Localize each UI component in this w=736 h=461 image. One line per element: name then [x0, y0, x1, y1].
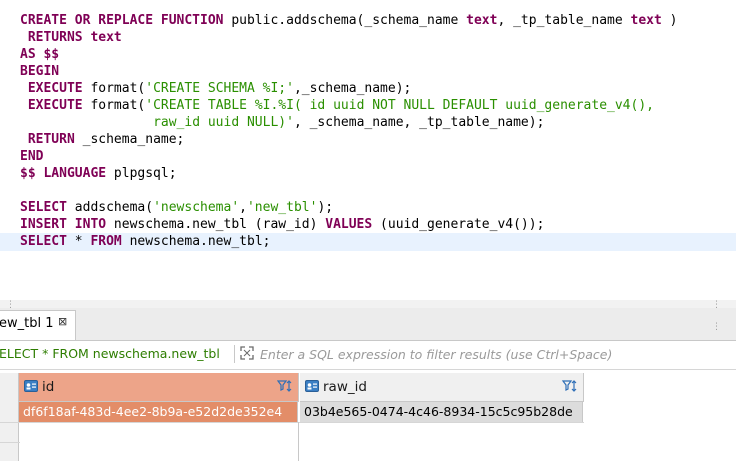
code-line-12: SELECT addschema('newschema','new_tbl'); — [20, 200, 334, 215]
code-line-6: EXECUTE format('CREATE TABLE %I.%I( id u… — [20, 98, 654, 113]
filter-input[interactable] — [260, 345, 730, 363]
panel-splitter[interactable] — [0, 300, 736, 308]
code-line-7: raw_id uuid NULL)', _schema_name, _tp_ta… — [153, 115, 545, 130]
close-tab-icon[interactable]: ⊠ — [58, 315, 67, 328]
key-column-icon — [24, 380, 38, 392]
table-cell-raw-id[interactable]: 03b4e565-0474-4c46-8934-15c5c95b28de — [300, 402, 583, 422]
code-line-8: RETURN _schema_name; — [20, 132, 185, 147]
code-line-4: BEGIN — [20, 64, 60, 79]
column-divider — [298, 422, 299, 461]
code-line-3: AS $$ — [20, 47, 60, 62]
column-header-raw-id-label: raw_id — [323, 379, 367, 395]
code-line-10: $$ LANGUAGE plpgsql; — [20, 166, 177, 181]
row-divider — [0, 442, 20, 443]
code-line-9: END — [20, 149, 44, 164]
active-query-label: ELECT * FROM newschema.new_tbl — [0, 346, 220, 361]
results-tab-label[interactable]: ew_tbl 1 — [0, 316, 54, 331]
filter-divider — [234, 345, 235, 363]
filter-sort-icon[interactable] — [277, 378, 293, 394]
code-line-13: INSERT INTO newschema.new_tbl (raw_id) V… — [20, 217, 545, 232]
filter-sort-icon[interactable] — [562, 378, 578, 394]
row-number-column — [0, 373, 19, 461]
code-line-1: CREATE OR REPLACE FUNCTION public.addsch… — [20, 13, 678, 28]
expand-filter-icon[interactable] — [239, 345, 255, 361]
row-divider — [0, 422, 584, 423]
code-line-14: SELECT * FROM newschema.new_tbl; — [20, 234, 271, 249]
table-cell-id[interactable]: df6f18af-483d-4ee2-8b9a-e52d2de352e4 — [19, 402, 298, 422]
sql-editor[interactable]: CREATE OR REPLACE FUNCTION public.addsch… — [0, 0, 736, 300]
code-line-5: EXECUTE format('CREATE SCHEMA %I;',_sche… — [20, 81, 412, 96]
tab-bar-menu-icon[interactable]: ⋮ — [712, 322, 721, 332]
column-header-id[interactable]: id — [19, 373, 299, 402]
column-header-id-label: id — [42, 379, 55, 395]
results-tab-bar — [0, 308, 736, 341]
column-icon — [305, 380, 319, 392]
code-line-2: RETURNS text — [20, 30, 122, 45]
column-header-raw-id[interactable]: raw_id — [300, 373, 584, 402]
